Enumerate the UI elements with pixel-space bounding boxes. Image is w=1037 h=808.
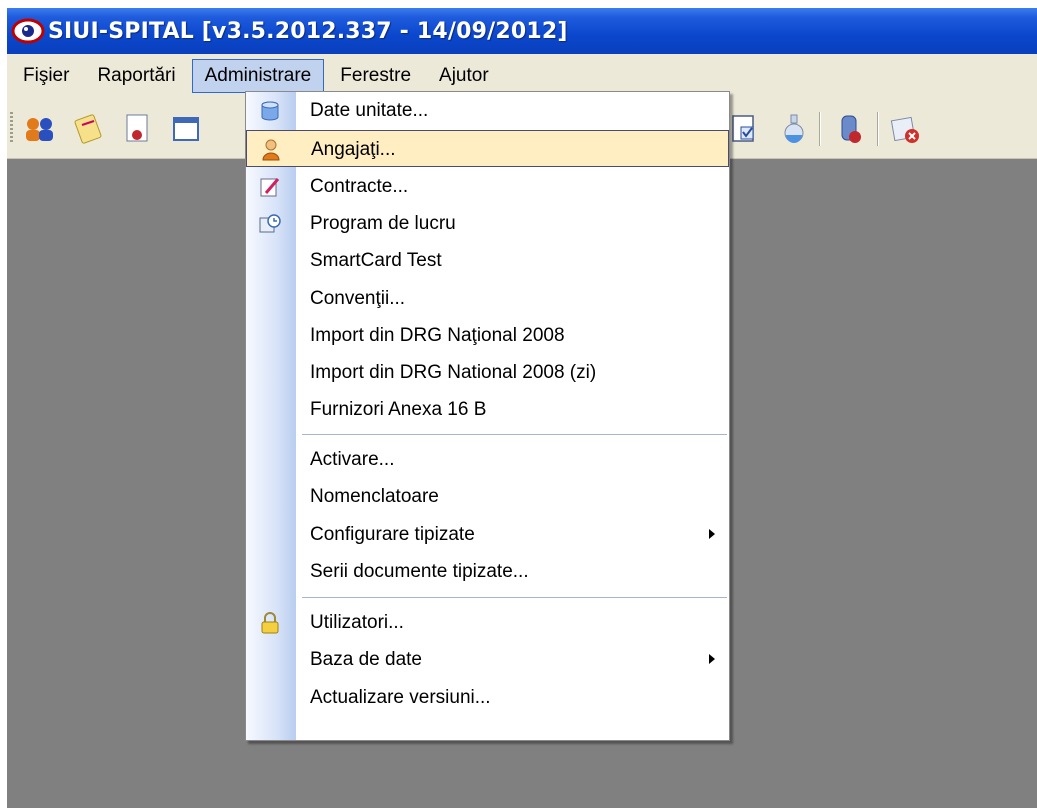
menu-separator — [302, 434, 727, 436]
toolbar-grip[interactable] — [10, 112, 13, 144]
title-bar[interactable]: SIUI-SPITAL [v3.5.2012.337 - 14/09/2012] — [7, 8, 1037, 54]
database-icon — [258, 99, 282, 123]
submenu-arrow-icon — [709, 654, 715, 664]
notes-icon[interactable] — [69, 110, 107, 148]
menu-item-furnizori-anexa[interactable]: Furnizori Anexa 16 B — [246, 391, 729, 428]
toolbar-separator — [819, 112, 820, 146]
menu-item-angajati[interactable]: Angajaţi... — [246, 130, 729, 167]
certificate-icon[interactable] — [119, 110, 157, 148]
menu-item-activare[interactable]: Activare... — [246, 441, 729, 478]
administrare-dropdown-menu: Date unitate... Angajaţi... Contracte... — [245, 91, 730, 741]
menu-item-conventii[interactable]: Convenţii... — [246, 280, 729, 317]
menu-item-serii-documente[interactable]: Serii documente tipizate... — [246, 553, 729, 590]
menu-item-utilizatori[interactable]: Utilizatori... — [246, 604, 729, 641]
menu-item-nomenclatoare[interactable]: Nomenclatoare — [246, 478, 729, 515]
menu-item-configurare-tipizate[interactable]: Configurare tipizate — [246, 516, 729, 553]
menu-item-import-drg-national-zi[interactable]: Import din DRG National 2008 (zi) — [246, 354, 729, 391]
menu-item-actualizare-versiuni[interactable]: Actualizare versiuni... — [246, 679, 729, 716]
menu-raportari[interactable]: Raportări — [85, 59, 187, 93]
menu-item-import-drg-national[interactable]: Import din DRG Naţional 2008 — [246, 317, 729, 354]
flask-icon[interactable] — [775, 110, 813, 148]
checklist-icon[interactable] — [725, 110, 763, 148]
users-icon[interactable] — [21, 110, 59, 148]
window-icon[interactable] — [167, 110, 205, 148]
app-eye-icon — [11, 18, 45, 44]
schedule-icon — [258, 212, 282, 236]
toolbar-separator — [877, 112, 878, 146]
employee-icon — [259, 138, 283, 162]
menu-item-baza-de-date[interactable]: Baza de date — [246, 641, 729, 678]
menu-fisier[interactable]: Fişier — [11, 59, 81, 93]
menu-ajutor[interactable]: Ajutor — [427, 59, 501, 93]
menu-item-contracte[interactable]: Contracte... — [246, 168, 729, 205]
lock-icon — [258, 611, 282, 635]
exit-icon[interactable] — [887, 110, 925, 148]
submenu-arrow-icon — [709, 529, 715, 539]
menu-separator — [302, 597, 727, 599]
contract-icon — [258, 175, 282, 199]
menu-item-program-de-lucru[interactable]: Program de lucru — [246, 205, 729, 242]
menu-administrare[interactable]: Administrare — [191, 59, 325, 93]
app-window: SIUI-SPITAL [v3.5.2012.337 - 14/09/2012]… — [7, 8, 1037, 808]
menu-item-smartcard-test[interactable]: SmartCard Test — [246, 242, 729, 279]
menu-item-date-unitate[interactable]: Date unitate... — [246, 92, 729, 129]
window-title: SIUI-SPITAL [v3.5.2012.337 - 14/09/2012] — [48, 18, 568, 44]
medicine-icon[interactable] — [831, 110, 869, 148]
menu-ferestre[interactable]: Ferestre — [328, 59, 423, 93]
